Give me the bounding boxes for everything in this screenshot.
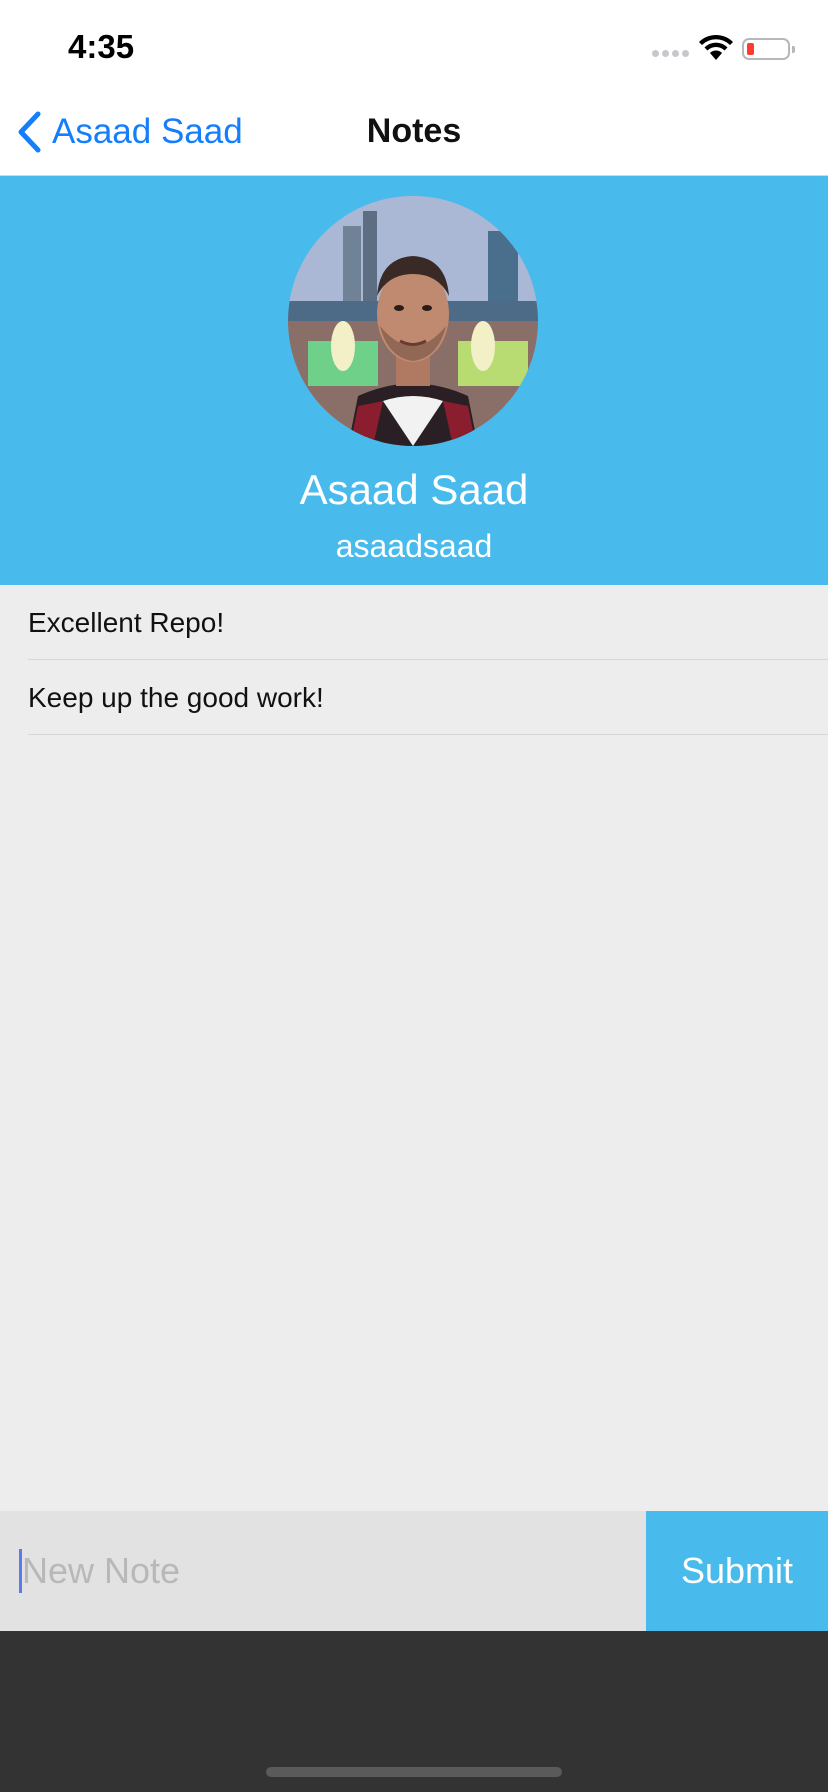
wifi-icon <box>699 34 733 60</box>
navigation-bar: Asaad Saad Notes <box>0 88 828 176</box>
profile-username: asaadsaad <box>335 528 493 564</box>
page-title: Notes <box>366 112 462 150</box>
signal-dots-icon <box>652 50 689 57</box>
list-item[interactable]: Keep up the good work! <box>0 660 828 735</box>
avatar-photo <box>288 196 538 446</box>
new-note-bar: Submit <box>0 1511 828 1631</box>
home-indicator[interactable] <box>266 1767 562 1777</box>
profile-header: Asaad Saad asaadsaad <box>0 176 828 585</box>
keyboard-area <box>0 1631 828 1792</box>
profile-name: Asaad Saad <box>299 466 529 513</box>
notes-list: Excellent Repo! Keep up the good work! <box>0 585 828 1511</box>
new-note-input[interactable] <box>0 1511 646 1631</box>
submit-button[interactable]: Submit <box>646 1511 828 1631</box>
battery-low-icon <box>742 38 795 60</box>
status-time: 4:35 <box>68 28 135 65</box>
avatar <box>288 196 538 446</box>
text-cursor <box>19 1549 22 1593</box>
divider <box>28 734 828 735</box>
note-text: Excellent Repo! <box>28 607 225 638</box>
list-item[interactable]: Excellent Repo! <box>0 585 828 660</box>
status-bar: 4:35 <box>0 0 828 88</box>
note-text: Keep up the good work! <box>28 682 324 713</box>
